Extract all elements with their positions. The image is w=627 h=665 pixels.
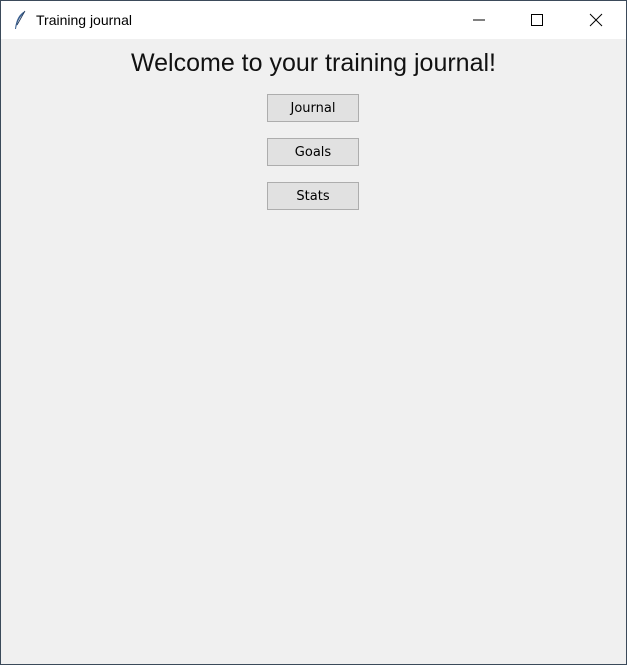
minimize-icon	[473, 14, 485, 26]
welcome-heading: Welcome to your training journal!	[131, 49, 496, 77]
minimize-button[interactable]	[450, 1, 508, 39]
goals-button[interactable]: Goals	[267, 138, 359, 166]
stats-button[interactable]: Stats	[267, 182, 359, 210]
close-icon	[589, 13, 603, 27]
app-window: Training journal Welcome to your trainin…	[0, 0, 627, 665]
maximize-button[interactable]	[508, 1, 566, 39]
close-button[interactable]	[567, 1, 625, 39]
main-content: Welcome to your training journal! Journa…	[1, 39, 626, 664]
title-bar[interactable]: Training journal	[1, 1, 626, 39]
journal-button[interactable]: Journal	[267, 94, 359, 122]
window-title: Training journal	[36, 12, 132, 28]
feather-icon	[13, 10, 27, 30]
maximize-icon	[531, 14, 543, 26]
